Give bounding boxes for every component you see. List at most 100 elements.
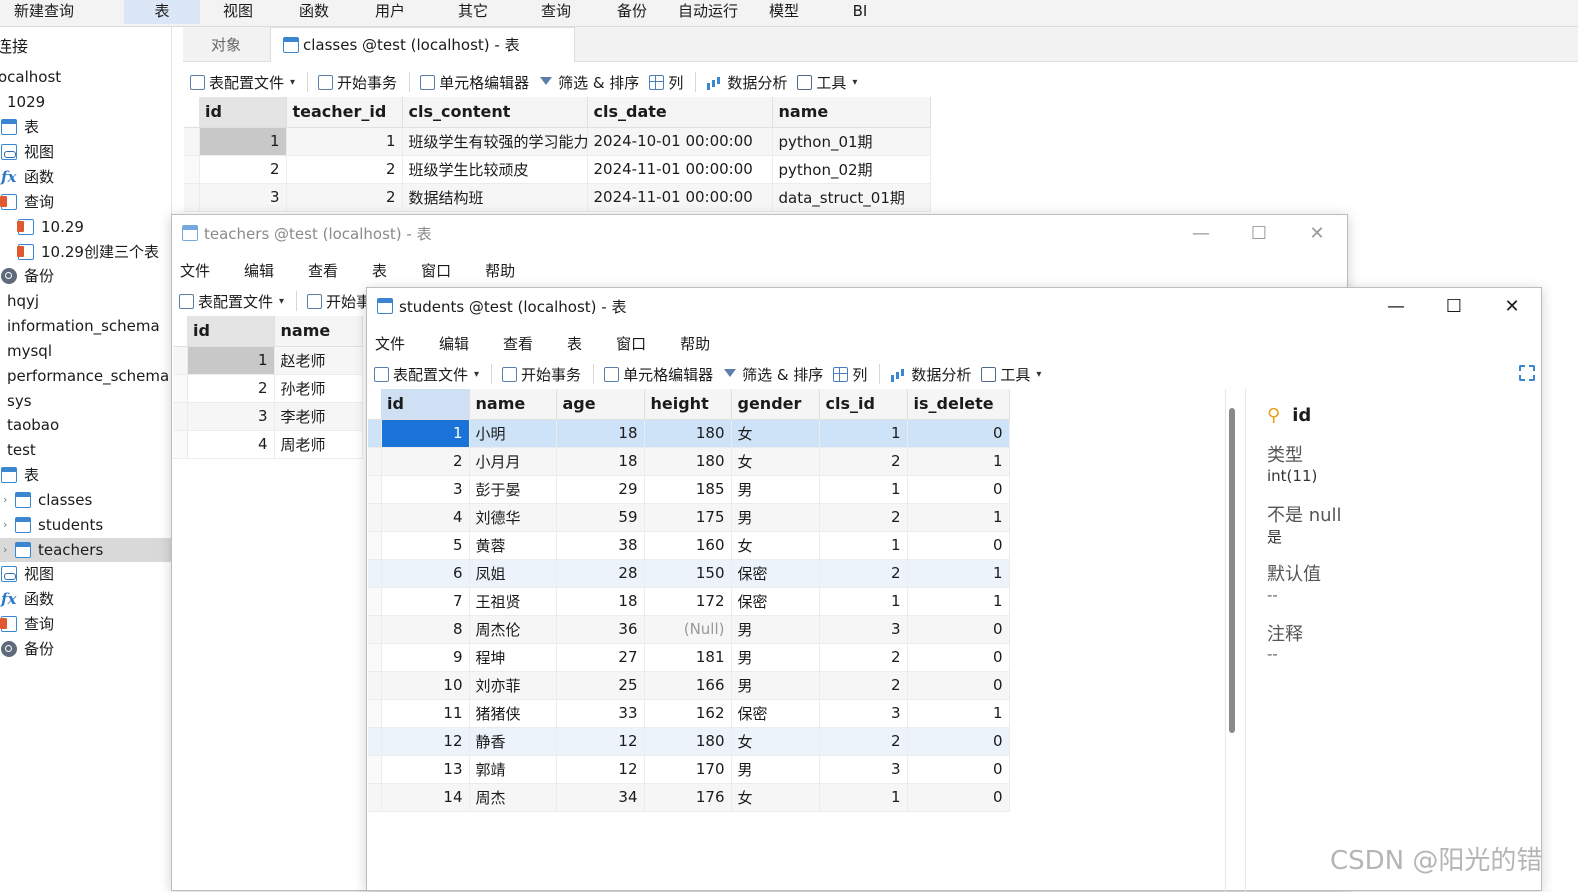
grid-cell[interactable]: python_02期 <box>772 155 931 184</box>
table-row[interactable]: 3 李老师 <box>173 402 363 431</box>
grid-cell[interactable]: 2 <box>199 155 287 184</box>
grid-cell[interactable]: 3 <box>819 755 908 784</box>
menu-edit[interactable]: 编辑 <box>439 333 469 354</box>
menu-function[interactable]: 函数 <box>276 0 352 24</box>
table-row[interactable]: 6 凤姐 28 150 保密 2 1 <box>368 559 1010 588</box>
vertical-scrollbar-thumb[interactable] <box>1229 408 1235 733</box>
table-row[interactable]: 13 郭靖 12 170 男 3 0 <box>368 755 1010 784</box>
begin-transaction-button[interactable]: 开始事 <box>307 291 371 312</box>
data-analysis-button[interactable]: 数据分析 <box>890 364 971 385</box>
sidebar-item-classes[interactable]: › classes <box>3 488 92 512</box>
filter-sort-button[interactable]: 筛选 & 排序 <box>539 72 639 93</box>
grid-cell[interactable]: 1 <box>907 699 1010 728</box>
sidebar-item-query-create-tables[interactable]: 10.29创建三个表 <box>17 240 159 264</box>
grid-cell[interactable]: 175 <box>644 503 732 532</box>
grid-cell[interactable]: 3 <box>819 615 908 644</box>
column-header-teacher-id[interactable]: teacher_id <box>286 97 403 128</box>
menu-new-query[interactable]: 新建查询 <box>0 0 88 24</box>
grid-cell[interactable]: data_struct_01期 <box>772 183 931 212</box>
grid-cell[interactable]: 2024-10-01 00:00:00 <box>587 127 773 156</box>
grid-cell[interactable]: 2024-11-01 00:00:00 <box>587 183 773 212</box>
grid-cell[interactable]: 小明 <box>469 419 557 448</box>
grid-cell[interactable]: 27 <box>556 643 645 672</box>
grid-cell[interactable]: 180 <box>644 727 732 756</box>
column-header-name[interactable]: name <box>469 389 557 420</box>
grid-cell[interactable]: 1 <box>199 127 287 156</box>
grid-cell[interactable]: 1 <box>286 127 403 156</box>
grid-cell[interactable]: 4 <box>187 430 275 459</box>
grid-cell[interactable]: 12 <box>381 727 470 756</box>
grid-cell[interactable]: 185 <box>644 475 732 504</box>
grid-cell[interactable]: 2 <box>286 155 403 184</box>
row-header[interactable] <box>368 531 382 560</box>
grid-cell[interactable]: 0 <box>907 643 1010 672</box>
row-header[interactable] <box>368 643 382 672</box>
grid-cell[interactable]: 女 <box>731 447 820 476</box>
grid-cell[interactable]: 0 <box>907 475 1010 504</box>
row-header[interactable] <box>184 155 200 184</box>
grid-cell[interactable]: 172 <box>644 587 732 616</box>
menu-help[interactable]: 帮助 <box>680 333 710 354</box>
sidebar-item-query-1029[interactable]: 10.29 <box>17 215 84 239</box>
teachers-window-titlebar[interactable]: teachers @test (localhost) - 表 <box>172 215 1347 251</box>
grid-cell[interactable]: 猪猪侠 <box>469 699 557 728</box>
grid-cell[interactable]: 18 <box>556 447 645 476</box>
row-header[interactable] <box>368 447 382 476</box>
row-header[interactable] <box>368 671 382 700</box>
grid-cell[interactable]: 2 <box>819 727 908 756</box>
grid-cell[interactable]: 2 <box>286 183 403 212</box>
menu-bi[interactable]: BI <box>822 0 898 24</box>
grid-cell[interactable]: 13 <box>381 755 470 784</box>
begin-transaction-button[interactable]: 开始事务 <box>502 364 581 385</box>
table-row[interactable]: 1 赵老师 <box>173 346 363 375</box>
table-row[interactable]: 4 周老师 <box>173 430 363 459</box>
sidebar-item-db-1029[interactable]: 1029 <box>7 90 45 114</box>
grid-cell[interactable]: 2 <box>819 643 908 672</box>
grid-cell[interactable]: 小月月 <box>469 447 557 476</box>
sidebar-item-test-tables[interactable]: 表 <box>1 463 39 487</box>
table-profile-button[interactable]: 表配置文件 ▾ <box>374 364 479 385</box>
grid-cell[interactable]: 5 <box>381 531 470 560</box>
table-row[interactable]: 10 刘亦菲 25 166 男 2 0 <box>368 671 1010 700</box>
grid-cell[interactable]: 1 <box>907 559 1010 588</box>
sidebar-item-functions[interactable]: fx 函数 <box>1 165 54 189</box>
table-row[interactable]: 2 2 班级学生比较顽皮 2024-11-01 00:00:00 python_… <box>184 155 931 184</box>
sidebar-item-backups[interactable]: 备份 <box>1 264 54 288</box>
row-header[interactable] <box>173 430 188 459</box>
grid-cell[interactable]: 4 <box>381 503 470 532</box>
grid-cell[interactable]: 2 <box>819 559 908 588</box>
sidebar-item-localhost[interactable]: ocalhost <box>0 65 61 89</box>
table-row[interactable]: 1 1 班级学生有较强的学习能力 2024-10-01 00:00:00 pyt… <box>184 127 931 156</box>
sidebar-item-db-taobao[interactable]: taobao <box>7 413 59 437</box>
grid-cell[interactable]: (Null) <box>644 615 732 644</box>
grid-cell[interactable]: 2 <box>187 374 275 403</box>
columns-button[interactable]: 列 <box>649 72 683 93</box>
chevron-right-icon[interactable]: › <box>3 538 12 562</box>
grid-cell[interactable]: 0 <box>907 727 1010 756</box>
sidebar-item-db-sys[interactable]: sys <box>7 389 32 413</box>
tab-classes[interactable]: classes @test (localhost) - 表 <box>270 27 575 62</box>
grid-cell[interactable]: 181 <box>644 643 732 672</box>
grid-cell[interactable]: 2 <box>381 447 470 476</box>
row-header[interactable] <box>368 503 382 532</box>
column-header-id[interactable]: id <box>199 97 287 128</box>
menu-table[interactable]: 表 <box>567 333 582 354</box>
table-row[interactable]: 11 猪猪侠 33 162 保密 3 1 <box>368 699 1010 728</box>
grid-cell[interactable]: 男 <box>731 503 820 532</box>
columns-button[interactable]: 列 <box>833 364 867 385</box>
row-header[interactable] <box>368 587 382 616</box>
data-analysis-button[interactable]: 数据分析 <box>706 72 787 93</box>
grid-cell[interactable]: 166 <box>644 671 732 700</box>
grid-cell[interactable]: 女 <box>731 419 820 448</box>
menu-model[interactable]: 模型 <box>746 0 822 24</box>
grid-cell[interactable]: 6 <box>381 559 470 588</box>
table-row[interactable]: 3 2 数据结构班 2024-11-01 00:00:00 data_struc… <box>184 183 931 212</box>
grid-cell[interactable]: 2 <box>819 503 908 532</box>
menu-user[interactable]: 用户 <box>352 0 428 24</box>
column-header-height[interactable]: height <box>644 389 732 420</box>
grid-cell[interactable]: 12 <box>556 755 645 784</box>
column-header-is-delete[interactable]: is_delete <box>907 389 1010 420</box>
grid-cell[interactable]: 180 <box>644 447 732 476</box>
grid-cell[interactable]: 女 <box>731 531 820 560</box>
table-profile-button[interactable]: 表配置文件 ▾ <box>179 291 284 312</box>
